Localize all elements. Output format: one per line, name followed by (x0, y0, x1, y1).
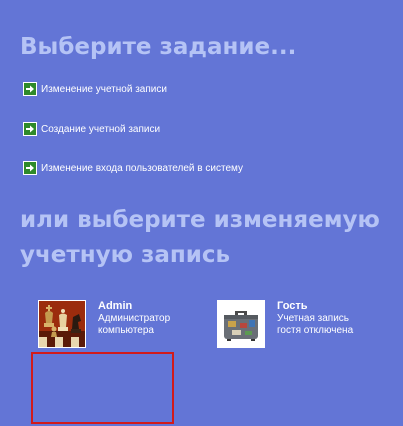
task-heading: Выберите задание... (20, 34, 297, 60)
account-description-guest: Учетная запись гостя отключена (277, 313, 354, 336)
suitcase-picture (217, 300, 265, 348)
green-arrow-icon (23, 122, 37, 136)
create-account-label: Создание учетной записи (41, 123, 161, 135)
account-name-admin: Admin (98, 300, 133, 312)
change-logon-link[interactable]: Изменение входа пользователей в систему (23, 161, 243, 175)
change-account-link[interactable]: Изменение учетной записи (23, 82, 167, 96)
account-name-guest: Гость (277, 300, 308, 312)
change-logon-label: Изменение входа пользователей в систему (41, 162, 243, 174)
account-tile-guest[interactable]: Гость Учетная запись гостя отключена (217, 300, 367, 348)
account-tile-admin[interactable]: Admin Администратор компьютера (38, 300, 188, 348)
selection-highlight-box (31, 352, 174, 424)
change-account-label: Изменение учетной записи (41, 83, 167, 95)
account-heading: или выберите изменяемую учетную запись (20, 207, 380, 268)
green-arrow-icon (23, 161, 37, 175)
account-description-admin: Администратор компьютера (98, 313, 171, 336)
create-account-link[interactable]: Создание учетной записи (23, 122, 160, 136)
green-arrow-icon (23, 82, 37, 96)
chess-pieces-picture (38, 300, 86, 348)
